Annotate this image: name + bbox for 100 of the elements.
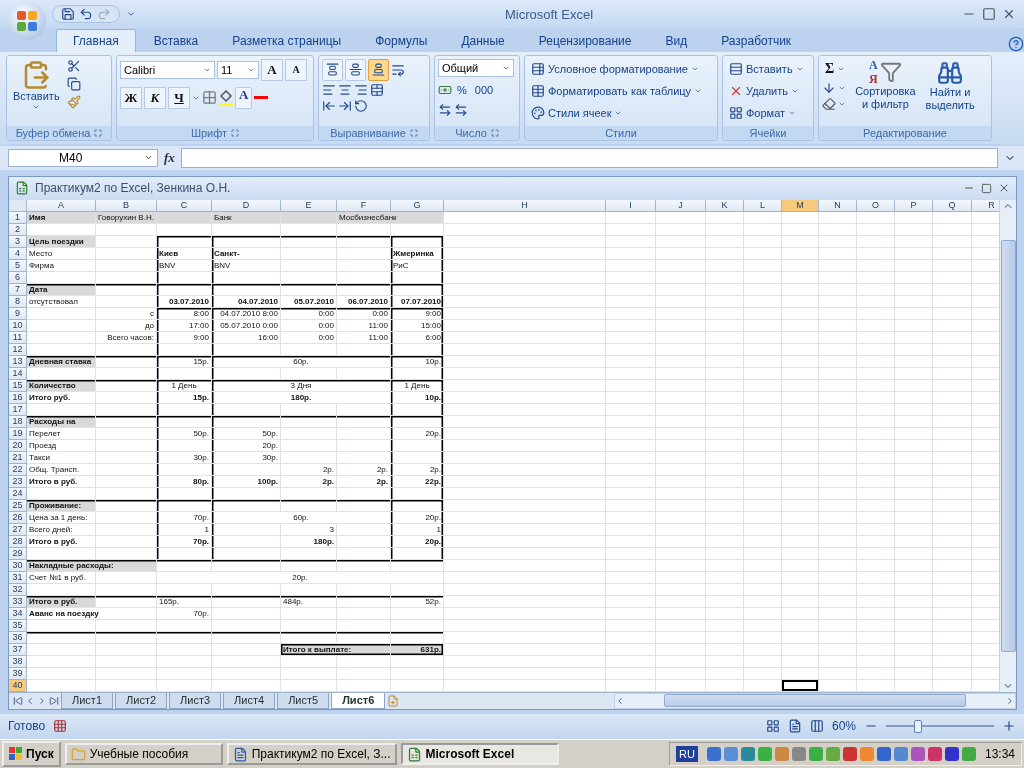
table-cell: 165р. (157, 595, 212, 608)
number-format-field[interactable]: Общий (438, 58, 514, 77)
table-cell: 0:00 (281, 319, 337, 332)
cells-menu-button[interactable]: Формат (726, 102, 807, 123)
table-cell: до (96, 319, 157, 332)
table-cell: 15р. (157, 391, 212, 404)
table-cell: BNV (212, 259, 281, 272)
clock: 13:34 (984, 747, 1015, 762)
table-cell: 6:00 (391, 331, 444, 344)
table-cell: Санкт- (212, 247, 281, 260)
table-cell: 50р. (157, 427, 212, 440)
table-cell: 20р. (391, 535, 444, 548)
table-cell: 1 День (157, 379, 212, 392)
zoom-level[interactable]: 60% (831, 719, 856, 734)
table-cell: 2р. (281, 475, 337, 488)
shrink-font-button[interactable]: A (285, 58, 307, 81)
table-cell: Итого руб. (27, 391, 96, 404)
styles-menu-button[interactable]: Условное форматирование (528, 58, 706, 79)
table-cell: 1 (157, 523, 212, 536)
cells-menu-button[interactable]: Вставить (726, 58, 807, 79)
table-cell: Общ. Трансп. (27, 463, 96, 476)
insert-function-button[interactable]: fx (164, 149, 175, 166)
font-size-field[interactable]: 11 (217, 60, 259, 79)
ribbon-tab[interactable]: Главная (56, 28, 136, 52)
taskbar-button[interactable]: Microsoft Excel (400, 743, 559, 766)
percent-button[interactable]: % (454, 79, 470, 100)
name-box[interactable]: M40 (8, 148, 158, 167)
paste-button[interactable]: Вставить (10, 58, 63, 112)
table-cell: 100р. (212, 475, 281, 488)
table-cell: Всего часов: (96, 331, 157, 344)
ribbon-tab[interactable]: Данные (445, 29, 521, 52)
table-cell: 17:00 (157, 319, 212, 332)
language-indicator[interactable]: RU (676, 746, 698, 763)
italic-button[interactable]: К (144, 86, 166, 109)
table-cell: 180р. (281, 535, 337, 548)
table-cell: Итого в руб. (27, 475, 96, 488)
start-button[interactable]: Пуск (2, 741, 61, 768)
table-cell: 11:00 (337, 331, 391, 344)
table-cell: 3 (281, 523, 337, 536)
table-cell: Проезд (27, 439, 96, 452)
table-cell: Итого в руб. (27, 535, 96, 548)
bold-button[interactable]: Ж (120, 86, 142, 109)
table-cell: 70р. (157, 511, 212, 524)
table-cell: 04.07.2010 8:00 (212, 307, 281, 320)
table-cell: 07.07.2010 (391, 295, 444, 308)
find-select-button[interactable]: Найти и выделить (922, 58, 978, 113)
table-cell: 60р. (212, 511, 391, 524)
autosum-button[interactable]: Σ (822, 58, 849, 79)
workbook-title: Практикум2 по Excel, Зенкина О.Н. (35, 181, 231, 196)
sheet-tab[interactable]: Лист4 (223, 692, 276, 709)
ribbon-tab[interactable]: Разработчик (705, 29, 808, 52)
thousands-button[interactable]: 000 (471, 79, 497, 100)
table-cell: РиС (391, 259, 444, 272)
table-cell: 1 День (391, 379, 444, 392)
sheet-tab[interactable]: Лист3 (169, 692, 222, 709)
table-cell: Фирма (27, 259, 96, 272)
sheet-tab[interactable]: Лист2 (115, 692, 168, 709)
sheet-tab[interactable]: Лист5 (277, 692, 330, 709)
table-cell: 2р. (337, 475, 391, 488)
sheet-tab[interactable]: Лист1 (61, 692, 114, 709)
taskbar-button[interactable]: Практикум2 по Excel, З... (226, 743, 397, 766)
table-cell: Цена за 1 день: (27, 511, 96, 524)
group-label: Стили (605, 126, 637, 139)
table-cell: 9:00 (391, 307, 444, 320)
table-cell: 50р. (212, 427, 281, 440)
table-cell: 04.07.2010 (212, 295, 281, 308)
table-cell: 180р. (212, 391, 391, 404)
table-cell: 15р. (157, 355, 212, 368)
taskbar-button[interactable]: Учебные пособия (64, 743, 223, 766)
styles-menu-button[interactable]: Форматировать как таблицу (528, 80, 706, 101)
table-cell: BNV (157, 259, 212, 272)
sheet-tab[interactable]: Лист6 (331, 692, 386, 709)
ribbon-tab[interactable]: Формулы (359, 29, 444, 52)
ribbon-tab[interactable]: Разметка страницы (216, 29, 358, 52)
table-cell: 80р. (157, 475, 212, 488)
table-cell: 30р. (157, 451, 212, 464)
cells-menu-button[interactable]: Удалить (726, 80, 807, 101)
font-color-button[interactable]: A (235, 86, 253, 109)
ribbon-tab[interactable]: Вставка (137, 29, 215, 52)
table-cell: 05.07.2010 0:00 (212, 319, 281, 332)
table-cell: 10р. (391, 391, 444, 404)
table-cell: 20р. (157, 571, 444, 584)
sort-filter-button[interactable]: A Я Сортировка и фильтр (852, 58, 919, 112)
group-label: Редактирование (863, 126, 947, 139)
font-name-field[interactable]: Calibri (120, 60, 215, 79)
table-cell: 8:00 (157, 307, 212, 320)
group-label: Выравнивание (330, 126, 406, 139)
group-label: Шрифт (190, 126, 228, 139)
table-cell: Перелет (27, 427, 96, 440)
grow-font-button[interactable]: A (261, 58, 283, 81)
ribbon-tab[interactable]: Рецензирование (522, 29, 648, 52)
ribbon-tab[interactable]: Вид (649, 29, 704, 52)
table-cell: 20р. (212, 439, 281, 452)
styles-menu-button[interactable]: Стили ячеек (528, 102, 706, 123)
table-cell: 10р. (391, 355, 444, 368)
table-cell: Киев (157, 247, 212, 260)
group-label: Число (455, 126, 487, 139)
table-cell: 484р. (281, 595, 337, 608)
underline-button[interactable]: Ч (168, 86, 190, 109)
table-cell: Такси (27, 451, 96, 464)
